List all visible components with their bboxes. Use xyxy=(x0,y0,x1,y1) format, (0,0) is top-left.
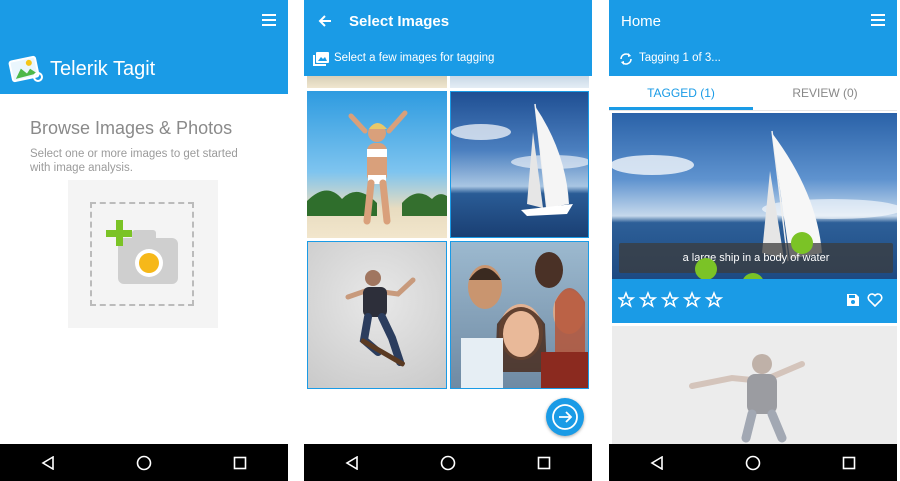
recents-icon[interactable] xyxy=(233,456,247,470)
heart-icon[interactable] xyxy=(867,293,883,307)
screen-home: Home Tagging 1 of 3... TAGGED (1) REVIEW… xyxy=(609,0,897,481)
browse-description: Select one or more images to get started… xyxy=(30,148,238,174)
image-thumbnail-beach[interactable] xyxy=(307,91,447,238)
image-thumbnail-sailboat[interactable] xyxy=(450,91,589,238)
home-icon[interactable] xyxy=(136,455,152,471)
app-logo-icon xyxy=(8,55,43,83)
image-thumbnail-skateboarder[interactable] xyxy=(307,241,447,389)
add-camera-icon xyxy=(106,220,178,284)
tab-bar: TAGGED (1) REVIEW (0) xyxy=(609,76,897,111)
image-thumbnail-beach-top[interactable] xyxy=(307,76,447,88)
screen-welcome: Telerik Tagit Browse Images & Photos Sel… xyxy=(0,0,288,481)
back-arrow-icon[interactable] xyxy=(317,13,333,29)
menu-icon[interactable] xyxy=(871,14,885,29)
menu-icon[interactable] xyxy=(262,14,276,29)
app-title: Telerik Tagit xyxy=(50,58,156,80)
star-icon xyxy=(682,291,702,308)
android-nav-bar xyxy=(609,444,897,481)
arrow-right-icon xyxy=(552,404,578,430)
rating-stars[interactable] xyxy=(618,291,728,311)
android-nav-bar xyxy=(0,444,288,481)
star-icon xyxy=(660,291,680,308)
tab-review[interactable]: REVIEW (0) xyxy=(753,76,897,110)
add-image-card[interactable] xyxy=(68,180,218,328)
pending-image-skateboarder[interactable] xyxy=(612,326,897,444)
tag-point[interactable] xyxy=(695,258,717,279)
tagging-status: Tagging 1 of 3... xyxy=(639,52,721,64)
recents-icon[interactable] xyxy=(537,456,551,470)
tab-tagged[interactable]: TAGGED (1) xyxy=(609,76,753,110)
screen-select-images: Select Images Select a few images for ta… xyxy=(304,0,592,481)
app-header: Telerik Tagit xyxy=(0,0,288,94)
image-action-bar xyxy=(612,279,897,323)
select-header: Select Images Select a few images for ta… xyxy=(304,0,592,76)
photo-library-icon xyxy=(313,52,329,66)
next-button[interactable] xyxy=(546,398,584,436)
page-title: Home xyxy=(621,13,662,30)
tag-point[interactable] xyxy=(791,232,813,254)
browse-title: Browse Images & Photos xyxy=(30,118,233,138)
save-icon[interactable] xyxy=(846,293,860,307)
star-icon xyxy=(638,291,658,308)
star-icon xyxy=(704,291,724,308)
image-thumbnail-friends[interactable] xyxy=(450,241,589,389)
add-image-dropzone[interactable] xyxy=(90,202,194,306)
tagged-image-sailboat[interactable]: a large ship in a body of water xyxy=(612,113,897,279)
back-icon[interactable] xyxy=(41,455,55,470)
back-icon[interactable] xyxy=(650,455,664,470)
sync-icon xyxy=(620,53,632,65)
android-nav-bar xyxy=(304,444,592,481)
image-thumbnail-sea-top[interactable] xyxy=(450,76,589,88)
tab-indicator xyxy=(609,107,753,110)
star-icon xyxy=(618,291,636,308)
page-subtitle: Select a few images for tagging xyxy=(334,52,495,64)
page-title: Select Images xyxy=(349,13,450,30)
home-header: Home Tagging 1 of 3... xyxy=(609,0,897,76)
home-icon[interactable] xyxy=(745,455,761,471)
home-icon[interactable] xyxy=(440,455,456,471)
image-caption: a large ship in a body of water xyxy=(619,243,893,273)
back-icon[interactable] xyxy=(345,455,359,470)
recents-icon[interactable] xyxy=(842,456,856,470)
